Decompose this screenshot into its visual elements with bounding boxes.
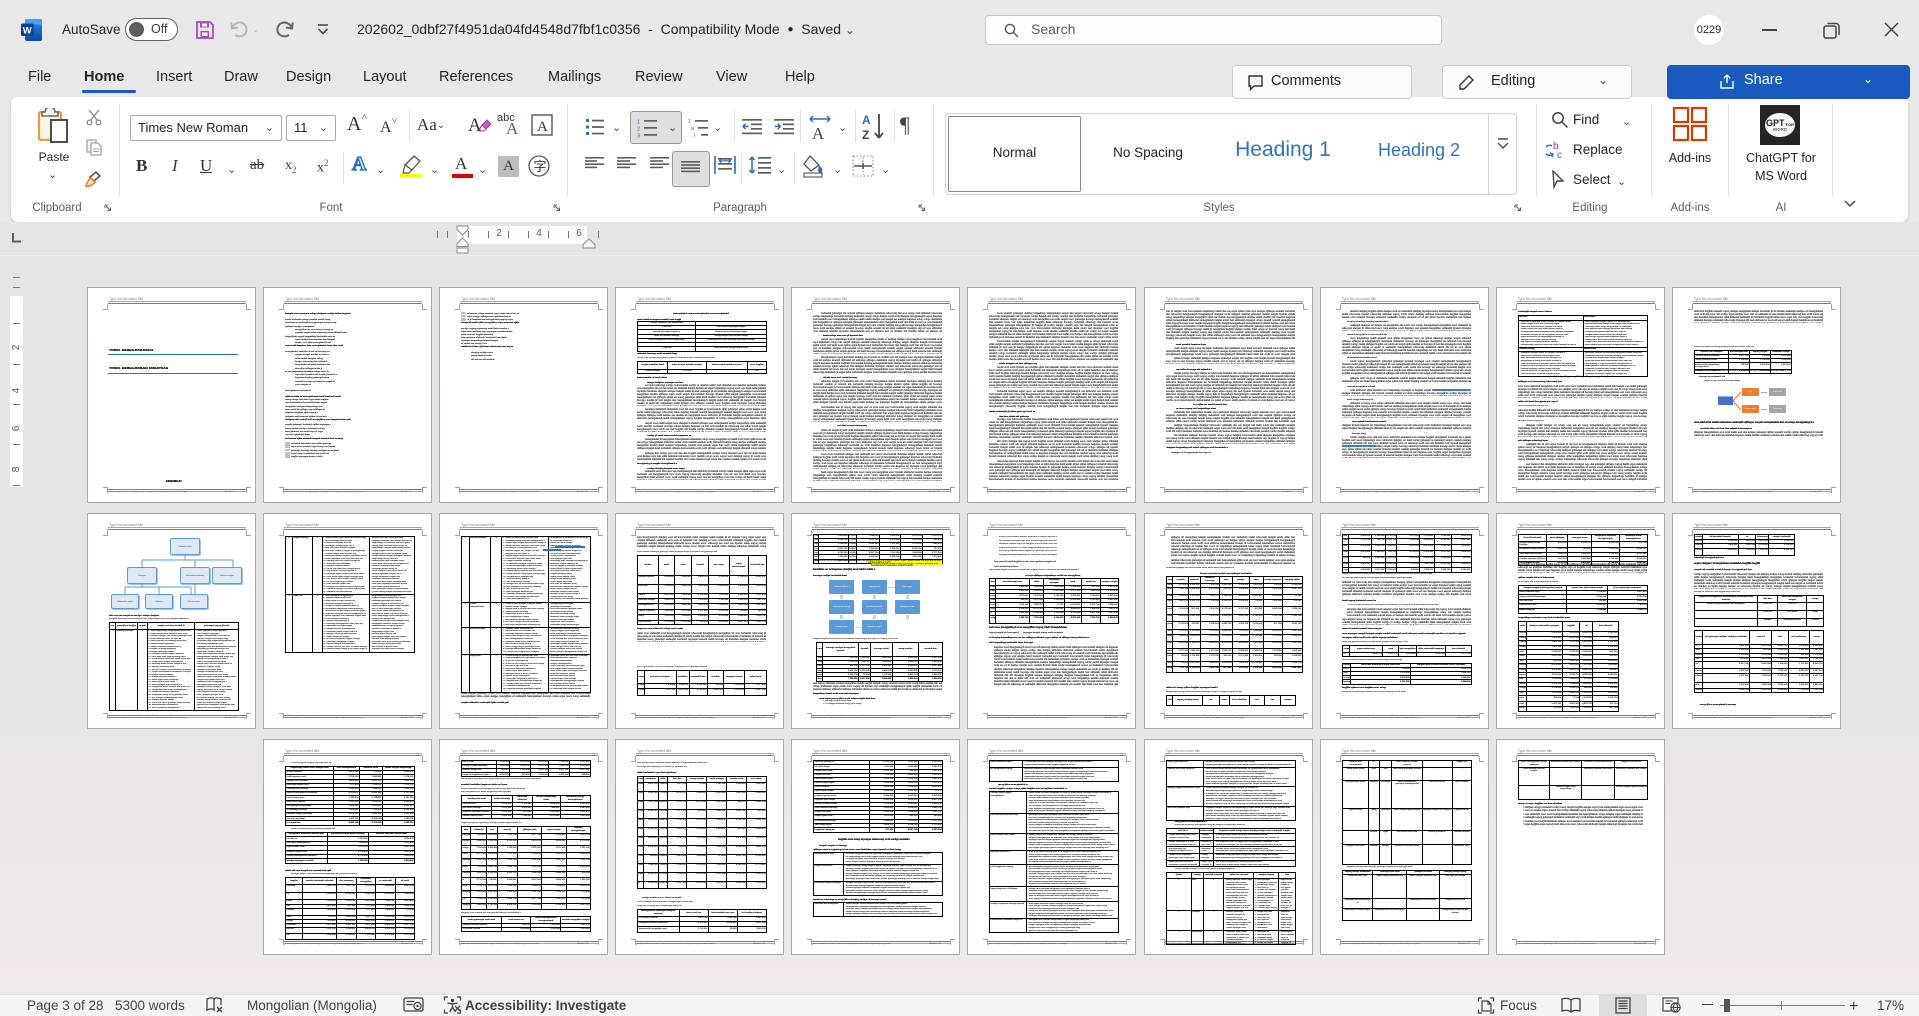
svg-text:c: c xyxy=(1557,150,1562,160)
svg-text:A: A xyxy=(812,124,825,140)
svg-text:字: 字 xyxy=(534,159,547,174)
svg-text:a: a xyxy=(691,126,695,132)
svg-text:A: A xyxy=(468,115,482,136)
svg-text:Z: Z xyxy=(862,128,869,142)
svg-text:1: 1 xyxy=(688,119,691,125)
svg-text:i: i xyxy=(694,133,695,137)
svg-text:W: W xyxy=(23,26,32,37)
svg-text:3: 3 xyxy=(637,134,640,139)
svg-text:A: A xyxy=(862,113,871,127)
svg-text:2: 2 xyxy=(637,127,640,133)
svg-text:1: 1 xyxy=(637,120,640,126)
svg-text:A: A xyxy=(537,119,548,135)
